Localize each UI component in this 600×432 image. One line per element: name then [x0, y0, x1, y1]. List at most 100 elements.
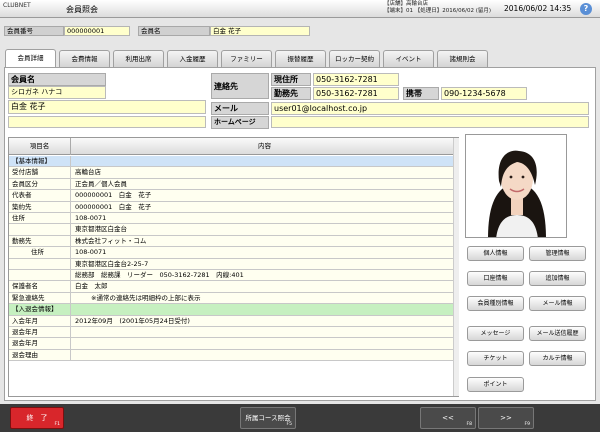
member-inquiry-window: CLUBNET 会員照会 【店舗】高輪台店 【端末】01 【処理日】2016/0…: [0, 0, 600, 432]
row-content: 白金 太郎: [71, 281, 458, 292]
side-button-4-0[interactable]: チケット: [467, 351, 524, 366]
row-content: 000000001 白金 花子: [71, 190, 458, 201]
row-content: 000000001 白金 花子: [71, 201, 458, 212]
table-row[interactable]: 入会年月 2012年09月 (2001年05月24日受付): [9, 315, 458, 327]
table-row[interactable]: 総務部 総務課 リーダー 050-3162-7281 内線:401: [9, 270, 458, 282]
row-content: 東京都港区白金台2-25-7: [71, 258, 458, 269]
kana-field: シロガネ ハナコ: [8, 86, 106, 99]
col-content-header: 内容: [258, 142, 271, 150]
prev-button[interactable]: << F8: [420, 407, 476, 429]
table-row[interactable]: 会員区分 正会員／個人会員: [9, 178, 458, 191]
row-item: 住所: [9, 247, 71, 258]
mail-label: メール: [211, 102, 269, 115]
row-item: 勤務先: [9, 235, 71, 247]
member-no-field[interactable]: 000000001: [64, 26, 130, 36]
mail-field[interactable]: user01@localhost.co.jp: [271, 102, 589, 115]
work-label: 勤務先: [271, 87, 311, 100]
row-content: 2012年09月 (2001年05月24日受付): [71, 315, 458, 326]
tab-5[interactable]: 振替履歴: [275, 50, 326, 67]
mobile-phone: 090-1234-5678: [441, 87, 527, 100]
table-row[interactable]: 住所 108-0071: [9, 247, 458, 259]
table-row[interactable]: 緊急連絡先 ※通常の連絡先は明細枠の上部に表示: [9, 292, 458, 305]
course-inquiry-button[interactable]: 所属コース照会 F5: [240, 407, 296, 429]
tab-1[interactable]: 会費情報: [59, 50, 110, 67]
store-line: 【店舗】高輪台店: [384, 1, 429, 7]
row-item: 退会年月: [9, 327, 71, 338]
row-item: 緊急連絡先: [9, 292, 71, 304]
table-row[interactable]: 受付店舗 高輪台店: [9, 167, 458, 179]
row-item: 退会年月: [9, 338, 71, 349]
tab-4[interactable]: ファミリー: [221, 50, 272, 67]
name-field: 白金 花子: [8, 100, 206, 114]
member-photo: [465, 134, 567, 238]
store-info: 【店舗】高輪台店 【端末】01 【処理日】2016/06/02 (留月): [384, 1, 491, 15]
side-button-1-0[interactable]: 口座情報: [467, 271, 524, 286]
row-item: 会員区分: [9, 178, 71, 190]
table-header: 項目名 内容: [9, 138, 458, 155]
row-content: 総務部 総務課 リーダー 050-3162-7281 内線:401: [71, 270, 458, 281]
row-content: [71, 327, 458, 338]
table-row[interactable]: 退会年月: [9, 338, 458, 350]
table-row[interactable]: 代表者 000000001 白金 花子: [9, 190, 458, 202]
row-content: [71, 304, 458, 315]
member-no-label: 会員番号: [4, 26, 64, 36]
row-item: 築約先: [9, 201, 71, 212]
row-content: 東京都港区白金台: [71, 224, 458, 235]
brand-logo: CLUBNET: [3, 2, 31, 9]
table-row[interactable]: 保護者名 白金 太郎: [9, 281, 458, 293]
prev-button-label: <<: [442, 414, 454, 422]
tab-0[interactable]: 会員詳細: [5, 49, 56, 68]
row-content: [71, 349, 458, 361]
side-button-3-1[interactable]: メール送信履歴: [529, 326, 586, 341]
screen-title: 会員照会: [66, 5, 98, 14]
side-button-2-0[interactable]: 会員種別情報: [467, 296, 524, 311]
title-bar: CLUBNET 会員照会 【店舗】高輪台店 【端末】01 【処理日】2016/0…: [0, 0, 600, 18]
help-icon[interactable]: ?: [580, 3, 592, 15]
table-row[interactable]: 退会理由: [9, 349, 458, 362]
name-label: 会員名: [8, 73, 106, 86]
end-button[interactable]: 終 了 F1: [10, 407, 64, 429]
row-content: 108-0071: [71, 213, 458, 224]
next-button-label: >>: [500, 414, 512, 422]
row-content: 正会員／個人会員: [71, 178, 458, 190]
row-content: 高輪台店: [71, 167, 458, 178]
clock: 2016/06/02 14:35: [504, 4, 572, 13]
table-scrollbar[interactable]: [453, 138, 459, 396]
row-item: [9, 270, 71, 281]
side-button-2-1[interactable]: メール情報: [529, 296, 586, 311]
table-row[interactable]: 東京都港区白金台2-25-7: [9, 258, 458, 270]
col-item-header: 項目名: [9, 138, 71, 155]
row-item: 保護者名: [9, 281, 71, 292]
table-row[interactable]: 住所 108-0071: [9, 213, 458, 225]
tab-2[interactable]: 利用出席: [113, 50, 164, 67]
side-button-0-0[interactable]: 個人情報: [467, 246, 524, 261]
table-row[interactable]: 築約先 000000001 白金 花子: [9, 201, 458, 213]
home-phone: 050-3162-7281: [313, 73, 399, 86]
homepage-field[interactable]: [271, 116, 589, 128]
row-item: 退会理由: [9, 349, 71, 361]
next-button[interactable]: >> F9: [478, 407, 534, 429]
row-content: 108-0071: [71, 247, 458, 258]
table-row[interactable]: 退会年月: [9, 327, 458, 339]
tab-3[interactable]: 入金履歴: [167, 50, 218, 67]
member-name-label: 会員名: [138, 26, 210, 36]
row-content: ※通常の連絡先は明細枠の上部に表示: [71, 292, 458, 304]
row-item: [9, 258, 71, 269]
row-item: [9, 224, 71, 235]
side-button-5-0[interactable]: ポイント: [467, 377, 524, 392]
mobile-label: 携帯: [403, 87, 439, 100]
table-row[interactable]: 勤務先 株式会社フィット・コム: [9, 235, 458, 248]
table-row[interactable]: 東京都港区白金台: [9, 224, 458, 236]
table-row[interactable]: 【入退会情報】: [9, 304, 458, 316]
row-item: 入会年月: [9, 315, 71, 326]
work-phone: 050-3162-7281: [313, 87, 399, 100]
side-button-4-1[interactable]: カルテ情報: [529, 351, 586, 366]
table-row[interactable]: 【基本情報】: [9, 156, 458, 168]
tab-7[interactable]: イベント: [383, 50, 434, 67]
side-button-1-1[interactable]: 追加情報: [529, 271, 586, 286]
side-button-3-0[interactable]: メッセージ: [467, 326, 524, 341]
row-content: [71, 156, 458, 167]
tab-6[interactable]: ロッカー契約: [329, 50, 380, 67]
side-button-0-1[interactable]: 管理情報: [529, 246, 586, 261]
tab-8[interactable]: 諸規則会: [437, 50, 488, 67]
